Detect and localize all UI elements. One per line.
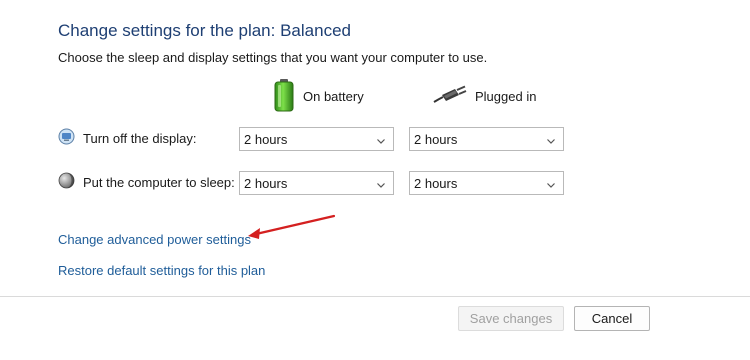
chevron-down-icon <box>376 134 386 144</box>
column-label-plugged: Plugged in <box>475 88 537 104</box>
sleep-battery-value: 2 hours <box>244 175 288 191</box>
sleep-plugged-select[interactable]: 2 hours <box>409 171 564 195</box>
footer-divider <box>0 296 750 297</box>
display-plugged-value: 2 hours <box>414 131 458 147</box>
display-battery-select[interactable]: 2 hours <box>239 127 394 151</box>
sleep-moon-icon <box>58 172 75 192</box>
save-changes-button[interactable]: Save changes <box>458 306 564 331</box>
column-header-battery: On battery <box>273 78 364 114</box>
chevron-down-icon <box>376 178 386 188</box>
page-title: Change settings for the plan: Balanced <box>58 21 351 40</box>
power-plug-icon <box>433 85 467 108</box>
setting-label-display: Turn off the display: <box>58 127 196 149</box>
cancel-button[interactable]: Cancel <box>574 306 650 331</box>
display-plugged-select[interactable]: 2 hours <box>409 127 564 151</box>
advanced-power-settings-link[interactable]: Change advanced power settings <box>58 232 251 247</box>
sleep-label-text: Put the computer to sleep: <box>83 174 235 190</box>
sleep-plugged-value: 2 hours <box>414 175 458 191</box>
page-subtitle: Choose the sleep and display settings th… <box>58 50 488 65</box>
setting-label-sleep: Put the computer to sleep: <box>58 171 235 193</box>
sleep-battery-select[interactable]: 2 hours <box>239 171 394 195</box>
display-icon <box>58 128 75 148</box>
column-header-plugged: Plugged in <box>433 78 536 114</box>
chevron-down-icon <box>546 134 556 144</box>
display-battery-value: 2 hours <box>244 131 288 147</box>
column-label-battery: On battery <box>303 88 364 104</box>
battery-icon <box>273 78 295 115</box>
annotation-arrow <box>248 214 336 239</box>
chevron-down-icon <box>546 178 556 188</box>
restore-defaults-link[interactable]: Restore default settings for this plan <box>58 263 265 278</box>
display-label-text: Turn off the display: <box>83 130 197 146</box>
